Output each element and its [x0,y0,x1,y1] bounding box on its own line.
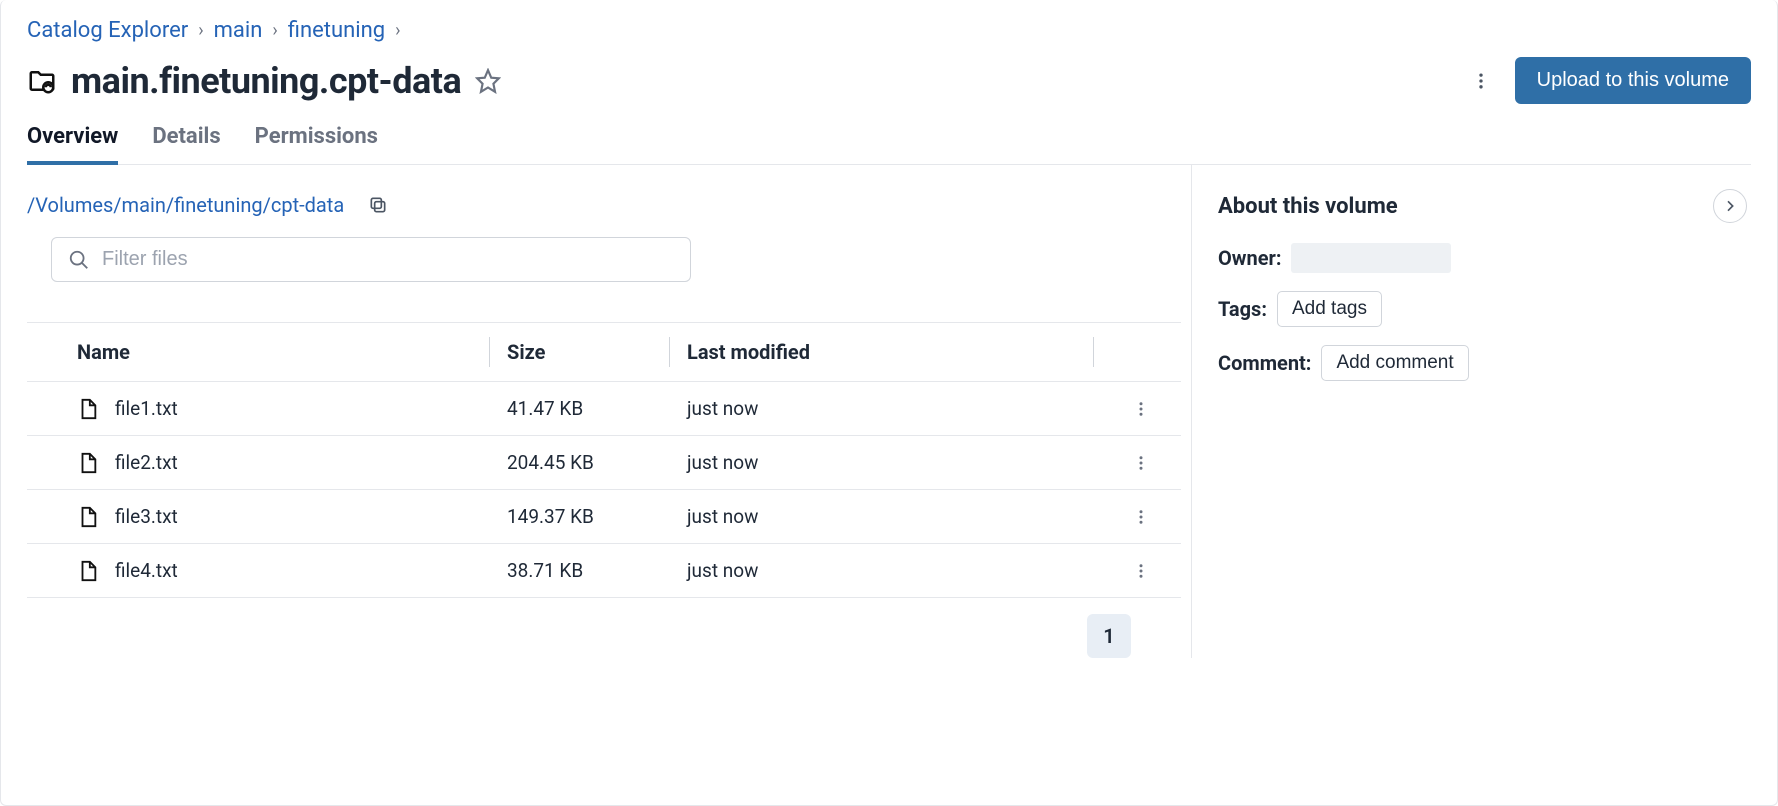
star-icon [475,68,501,94]
file-name: file4.txt [115,559,178,582]
file-size: 38.71 KB [507,559,687,582]
file-name-cell: file3.txt [77,505,507,528]
chevron-right-icon: › [395,20,400,41]
comment-label: Comment: [1218,351,1311,375]
file-name-cell: file2.txt [77,451,507,474]
tab-details[interactable]: Details [152,124,220,165]
table-row[interactable]: file1.txt 41.47 KB just now [27,382,1181,436]
chevron-right-icon: › [272,20,277,41]
owner-value-redacted [1291,243,1451,273]
file-modified: just now [687,559,1111,582]
title-actions: Upload to this volume [1467,57,1751,104]
tags-label: Tags: [1218,297,1267,321]
file-icon [77,398,99,420]
pagination: 1 [27,598,1181,658]
file-name: file2.txt [115,451,178,474]
owner-row: Owner: [1218,243,1751,273]
tags-row: Tags: Add tags [1218,291,1751,327]
kebab-icon [1132,454,1150,472]
copy-path-button[interactable] [368,195,388,215]
title-row: main.finetuning.cpt-data Upload to this … [27,57,1751,104]
file-icon [77,560,99,582]
volume-icon [27,66,57,96]
comment-row: Comment: Add comment [1218,345,1751,381]
row-actions-button[interactable] [1111,400,1171,418]
copy-icon [368,195,388,215]
col-header-modified[interactable]: Last modified [687,340,1111,364]
file-name-cell: file4.txt [77,559,507,582]
file-name: file1.txt [115,397,178,420]
kebab-icon [1471,71,1491,91]
upload-button[interactable]: Upload to this volume [1515,57,1751,104]
catalog-explorer-page: Catalog Explorer › main › finetuning › m… [0,0,1778,806]
files-table: Name Size Last modified file1.txt 41.47 … [27,322,1181,598]
search-icon [68,249,90,271]
file-size: 149.37 KB [507,505,687,528]
table-row[interactable]: file4.txt 38.71 KB just now [27,544,1181,598]
row-actions-button[interactable] [1111,454,1171,472]
filter-files-input[interactable] [102,248,674,271]
row-actions-button[interactable] [1111,562,1171,580]
file-size: 41.47 KB [507,397,687,420]
add-comment-button[interactable]: Add comment [1321,345,1468,381]
tabs: Overview Details Permissions [27,124,1751,165]
tab-overview[interactable]: Overview [27,124,118,165]
chevron-right-icon: › [198,20,203,41]
volume-path-link[interactable]: /Volumes/main/finetuning/cpt-data [27,193,344,217]
file-name-cell: file1.txt [77,397,507,420]
chevron-right-icon [1722,198,1738,214]
page-title: main.finetuning.cpt-data [71,60,461,102]
overview-panel: /Volumes/main/finetuning/cpt-data Name [27,165,1191,658]
row-actions-button[interactable] [1111,508,1171,526]
about-header: About this volume [1218,189,1751,223]
breadcrumb: Catalog Explorer › main › finetuning › [27,18,1751,43]
volume-path-row: /Volumes/main/finetuning/cpt-data [27,193,1181,217]
col-header-size[interactable]: Size [507,340,687,364]
collapse-panel-button[interactable] [1713,189,1747,223]
table-row[interactable]: file3.txt 149.37 KB just now [27,490,1181,544]
title-left: main.finetuning.cpt-data [27,60,501,102]
kebab-icon [1132,400,1150,418]
about-heading: About this volume [1218,194,1398,219]
favorite-star-button[interactable] [475,68,501,94]
kebab-icon [1132,562,1150,580]
breadcrumb-schema[interactable]: finetuning [288,18,385,43]
file-modified: just now [687,451,1111,474]
file-size: 204.45 KB [507,451,687,474]
kebab-icon [1132,508,1150,526]
breadcrumb-catalog[interactable]: main [214,18,263,43]
file-icon [77,452,99,474]
tab-permissions[interactable]: Permissions [255,124,378,165]
add-tags-button[interactable]: Add tags [1277,291,1382,327]
table-header-row: Name Size Last modified [27,322,1181,382]
about-panel: About this volume Owner: Tags: Add tags … [1191,165,1751,658]
file-modified: just now [687,397,1111,420]
table-row[interactable]: file2.txt 204.45 KB just now [27,436,1181,490]
content-body: /Volumes/main/finetuning/cpt-data Name [27,165,1751,658]
file-icon [77,506,99,528]
file-modified: just now [687,505,1111,528]
more-actions-button[interactable] [1467,67,1495,95]
filter-files-field[interactable] [51,237,691,282]
col-header-name[interactable]: Name [77,340,507,364]
owner-label: Owner: [1218,246,1281,270]
file-name: file3.txt [115,505,178,528]
breadcrumb-root[interactable]: Catalog Explorer [27,18,188,43]
page-1-button[interactable]: 1 [1087,614,1131,658]
